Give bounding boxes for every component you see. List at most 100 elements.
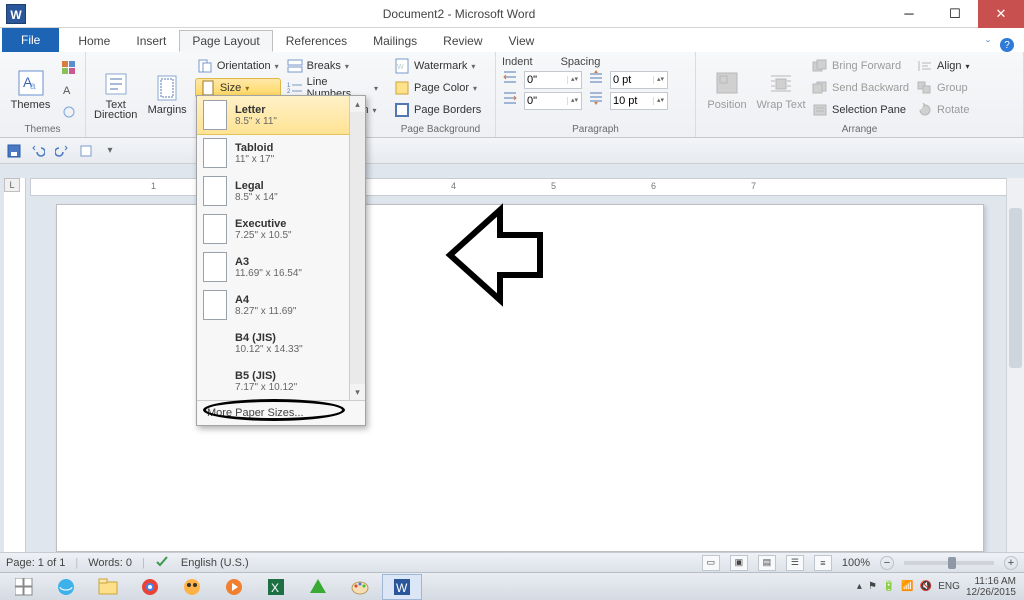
view-draft[interactable]: ≡ xyxy=(814,555,832,571)
text-direction-button[interactable]: Text Direction xyxy=(92,56,139,134)
tab-mailings[interactable]: Mailings xyxy=(360,30,430,52)
help-icon[interactable]: ? xyxy=(1000,38,1014,52)
taskbar-excel[interactable]: X xyxy=(256,574,296,600)
tab-insert[interactable]: Insert xyxy=(123,30,179,52)
view-web-layout[interactable]: ▤ xyxy=(758,555,776,571)
indent-right-icon xyxy=(502,91,518,110)
status-language[interactable]: English (U.S.) xyxy=(181,557,249,569)
send-backward-button: Send Backward xyxy=(810,78,911,98)
breaks-button[interactable]: Breaks▾ xyxy=(285,56,380,76)
size-option-a4[interactable]: A48.27" x 11.69" xyxy=(197,286,365,324)
minimize-button[interactable]: ─ xyxy=(886,0,932,28)
size-option-legal[interactable]: Legal8.5" x 14" xyxy=(197,172,365,210)
save-icon[interactable] xyxy=(6,143,22,159)
status-bar: Page: 1 of 1 | Words: 0 | English (U.S.)… xyxy=(0,552,1024,572)
more-paper-sizes[interactable]: More Paper Sizes... xyxy=(197,400,365,425)
view-outline[interactable]: ☰ xyxy=(786,555,804,571)
taskbar-ie[interactable] xyxy=(46,574,86,600)
size-option-executive[interactable]: Executive7.25" x 10.5" xyxy=(197,210,365,248)
ribbon: Aa Themes A Themes Text Direction Margin… xyxy=(0,52,1024,138)
group-arrange: Position Wrap Text Bring Forward Send Ba… xyxy=(696,52,1024,137)
margins-button[interactable]: Margins xyxy=(143,56,190,134)
tray-volume-icon[interactable]: 🔇 xyxy=(920,581,932,592)
spacing-after-icon xyxy=(588,91,604,110)
horizontal-ruler: 1 2 3 4 5 6 7 xyxy=(30,178,1014,196)
page-borders-button[interactable]: Page Borders xyxy=(392,100,483,120)
theme-effects-icon[interactable] xyxy=(59,102,79,122)
tray-lang[interactable]: ENG xyxy=(938,581,960,592)
taskbar-explorer[interactable] xyxy=(88,574,128,600)
tray-up-icon[interactable]: ▴ xyxy=(857,581,862,592)
spacing-before-input[interactable]: ▴▾ xyxy=(610,71,668,89)
svg-text:X: X xyxy=(271,581,279,595)
orientation-button[interactable]: Orientation▾ xyxy=(195,56,281,76)
size-dropdown: Letter8.5" x 11" Tabloid11" x 17" Legal8… xyxy=(196,95,366,426)
tray-network-icon[interactable]: 📶 xyxy=(901,581,913,592)
qat-customize-icon[interactable]: ▾ xyxy=(102,143,118,159)
vertical-scrollbar[interactable] xyxy=(1006,178,1024,552)
start-button[interactable] xyxy=(4,574,44,600)
size-option-b5[interactable]: B5 (JIS)7.17" x 10.12" xyxy=(197,362,365,400)
wrap-text-label: Wrap Text xyxy=(756,100,805,110)
size-option-b4[interactable]: B4 (JIS)10.12" x 14.33" xyxy=(197,324,365,362)
tab-page-layout[interactable]: Page Layout xyxy=(179,30,272,52)
taskbar-app-green[interactable] xyxy=(298,574,338,600)
group-paragraph-label: Paragraph xyxy=(502,123,689,135)
zoom-level[interactable]: 100% xyxy=(842,557,870,569)
status-page[interactable]: Page: 1 of 1 xyxy=(6,557,65,569)
view-print-layout[interactable]: ▭ xyxy=(702,555,720,571)
taskbar-media-player[interactable] xyxy=(214,574,254,600)
indent-right-input[interactable]: ▴▾ xyxy=(524,92,582,110)
tab-file[interactable]: File xyxy=(2,28,59,52)
group-themes-label: Themes xyxy=(6,123,79,135)
proofing-icon[interactable] xyxy=(155,554,171,571)
taskbar-chrome[interactable] xyxy=(130,574,170,600)
size-dropdown-scrollbar[interactable]: ▴▾ xyxy=(349,96,365,400)
size-label: Size xyxy=(220,82,241,94)
spacing-before-icon xyxy=(588,70,604,89)
svg-text:A: A xyxy=(63,85,71,97)
size-option-letter[interactable]: Letter8.5" x 11" xyxy=(197,96,365,135)
close-button[interactable]: ✕ xyxy=(978,0,1024,28)
quick-access-toolbar: ▾ xyxy=(0,138,1024,164)
tab-view[interactable]: View xyxy=(496,30,548,52)
view-full-screen[interactable]: ▣ xyxy=(730,555,748,571)
watermark-button[interactable]: WWatermark▾ xyxy=(392,56,483,76)
qat-item-icon[interactable] xyxy=(78,143,94,159)
maximize-button[interactable]: ☐ xyxy=(932,0,978,28)
tab-references[interactable]: References xyxy=(273,30,360,52)
size-option-tabloid[interactable]: Tabloid11" x 17" xyxy=(197,134,365,172)
taskbar-paint[interactable] xyxy=(340,574,380,600)
page-borders-label: Page Borders xyxy=(414,104,481,116)
send-backward-label: Send Backward xyxy=(832,82,909,94)
undo-icon[interactable] xyxy=(30,143,46,159)
zoom-out-button[interactable]: − xyxy=(880,556,894,570)
zoom-slider[interactable] xyxy=(904,561,994,565)
themes-button[interactable]: Aa Themes xyxy=(6,56,55,123)
group-objects-label: Group xyxy=(937,82,968,94)
zoom-in-button[interactable]: + xyxy=(1004,556,1018,570)
page-color-button[interactable]: Page Color▾ xyxy=(392,78,483,98)
group-arrange-label: Arrange xyxy=(702,123,1017,135)
minimize-ribbon-icon[interactable]: ˇ xyxy=(986,38,990,52)
tab-review[interactable]: Review xyxy=(430,30,495,52)
tray-battery-icon[interactable]: 🔋 xyxy=(883,581,895,592)
spacing-after-input[interactable]: ▴▾ xyxy=(610,92,668,110)
tab-home[interactable]: Home xyxy=(65,30,123,52)
align-button[interactable]: Align▾ xyxy=(915,56,971,76)
status-words[interactable]: Words: 0 xyxy=(88,557,132,569)
svg-text:a: a xyxy=(30,81,36,92)
theme-colors-icon[interactable] xyxy=(59,58,79,78)
group-page-background: WWatermark▾ Page Color▾ Page Borders Pag… xyxy=(386,52,496,137)
tray-flag-icon[interactable]: ⚑ xyxy=(868,581,877,592)
redo-icon[interactable] xyxy=(54,143,70,159)
annotation-circle xyxy=(203,399,345,421)
tray-clock[interactable]: 11:16 AM 12/26/2015 xyxy=(966,576,1016,598)
tray-time: 11:16 AM xyxy=(974,576,1016,587)
selection-pane-button[interactable]: Selection Pane xyxy=(810,100,911,120)
taskbar-word-active[interactable]: W xyxy=(382,574,422,600)
size-option-a3[interactable]: A311.69" x 16.54" xyxy=(197,248,365,286)
indent-left-input[interactable]: ▴▾ xyxy=(524,71,582,89)
taskbar-app-orange[interactable] xyxy=(172,574,212,600)
theme-fonts-icon[interactable]: A xyxy=(59,80,79,100)
